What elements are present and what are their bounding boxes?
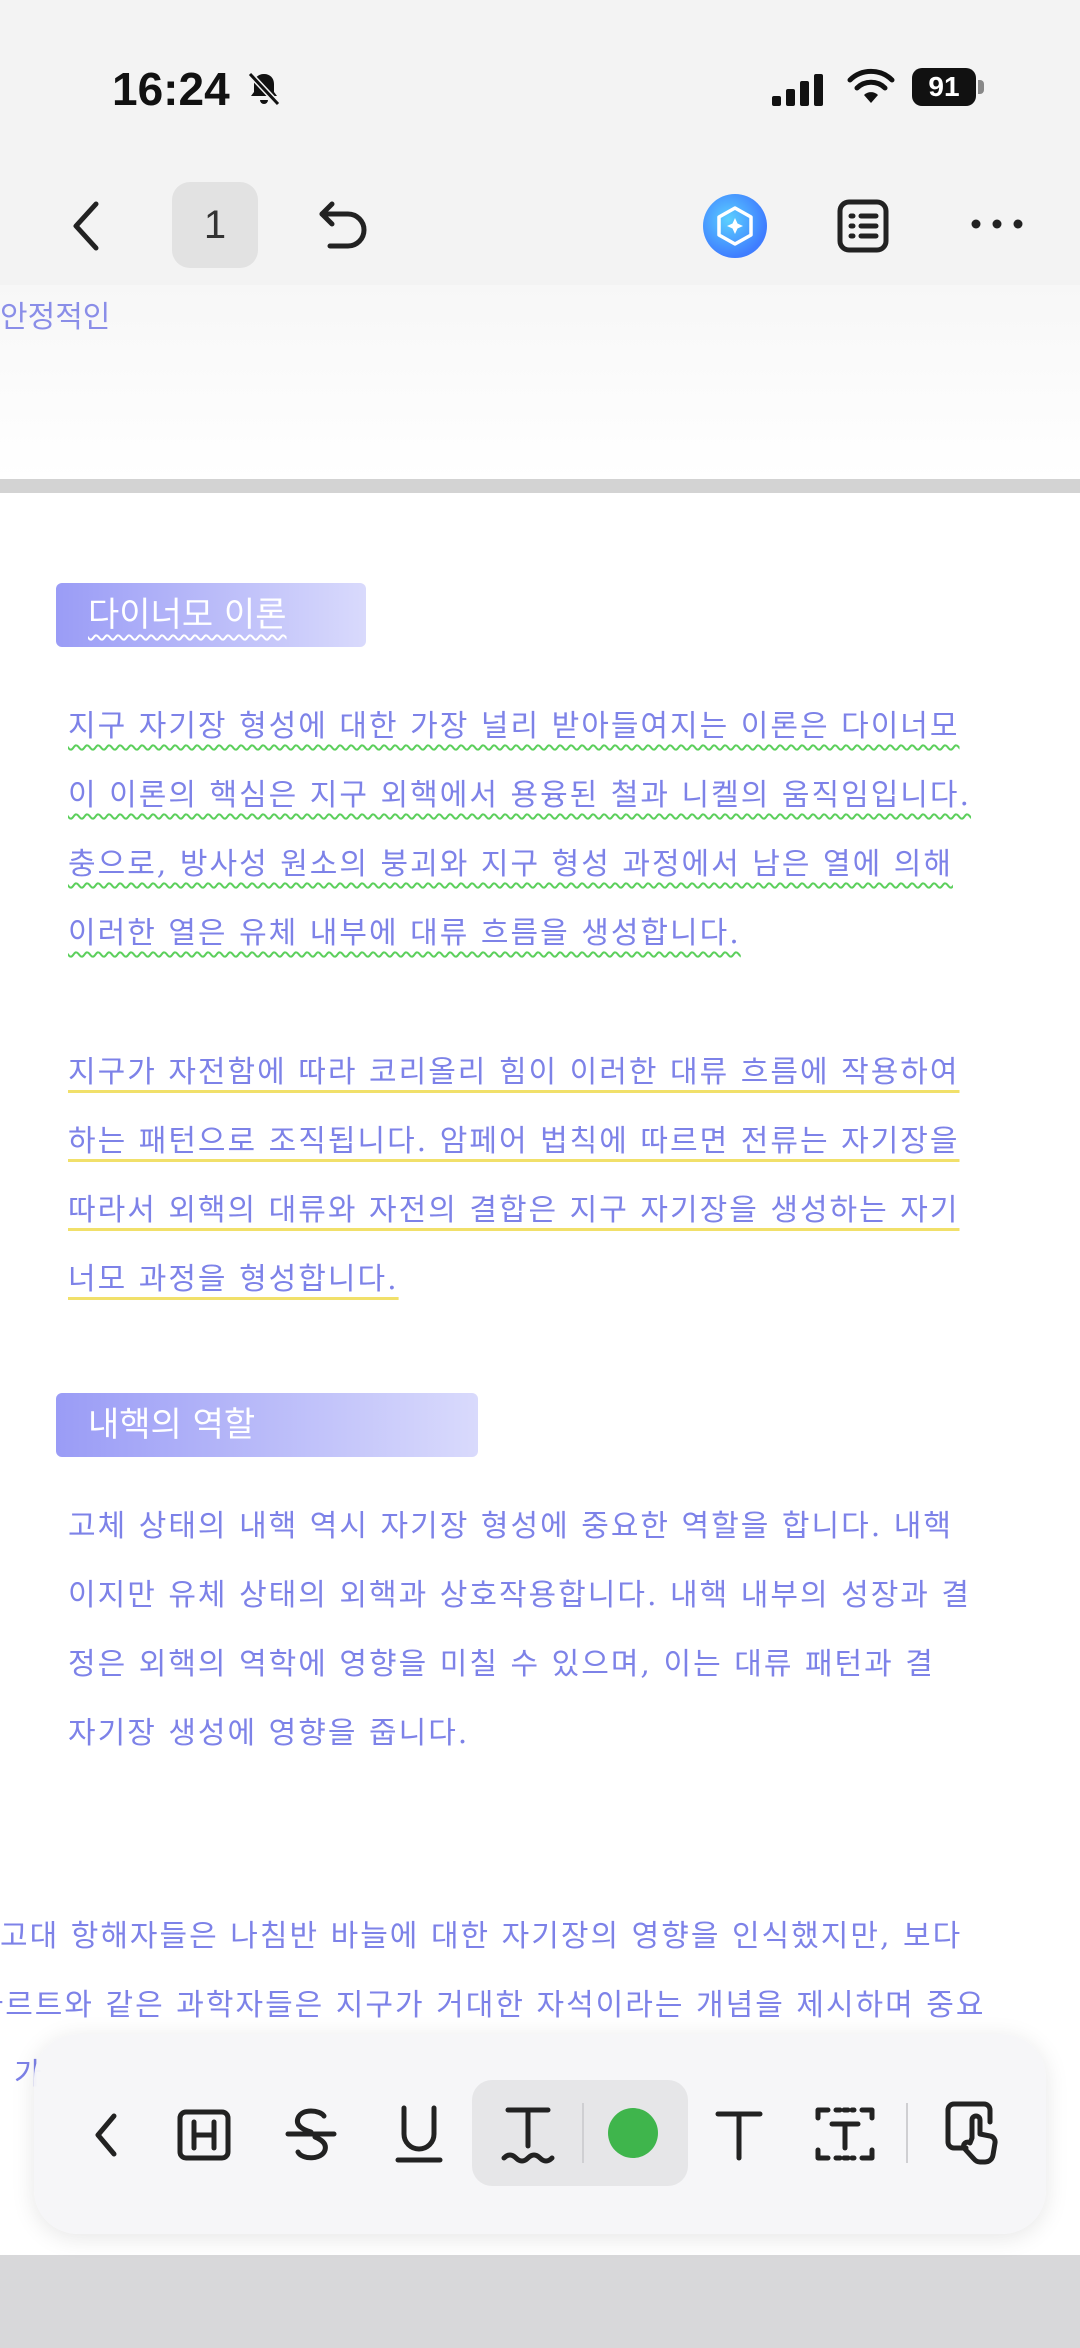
paragraph-line[interactable]: 충으로, 방사성 원소의 붕괴와 지구 형성 과정에서 남은 열에 의해 [68, 839, 953, 883]
undo-icon[interactable] [316, 198, 372, 252]
paragraph-line[interactable]: 이지만 유체 상태의 외핵과 상호작용합니다. 내핵 내부의 성장과 결 [68, 1570, 971, 1614]
text-style-icon[interactable] [712, 2106, 766, 2164]
paragraph-line[interactable]: 이 이론의 핵심은 지구 외핵에서 용융된 철과 니켈의 움직임입니다. [68, 770, 971, 814]
ai-assistant-icon [717, 206, 753, 246]
toolbar-divider [906, 2103, 908, 2163]
paragraph-line[interactable]: 너모 과정을 형성합니다. [68, 1254, 399, 1298]
battery-indicator: 91 [912, 68, 976, 106]
ai-assistant-button[interactable] [703, 194, 767, 258]
wavy-underline-icon[interactable] [500, 2104, 556, 2168]
outline-list-icon[interactable] [836, 198, 890, 254]
color-swatch[interactable] [608, 2108, 658, 2158]
paragraph-line[interactable]: 하는 패턴으로 조직됩니다. 암페어 법칙에 따르면 전류는 자기장을 [68, 1116, 960, 1160]
collapse-icon[interactable] [92, 2110, 120, 2160]
paragraph-line[interactable]: 지구 자기장 형성에 대한 가장 널리 받아들여지는 이론은 다이너모 [68, 701, 960, 745]
section-heading-text: 내핵의 역할 [88, 1405, 256, 1445]
page-separator [0, 479, 1080, 493]
more-icon[interactable] [970, 214, 1024, 234]
paragraph-line[interactable]: 이러한 열은 유체 내부에 대류 흐름을 생성합니다. [68, 908, 741, 952]
paragraph-line[interactable]: 고대 항해자들은 나침반 바늘에 대한 자기장의 영향을 인식했지만, 보다 [0, 1911, 962, 1955]
page-number-button[interactable]: 1 [172, 182, 258, 268]
toolbar-divider [582, 2103, 584, 2163]
paragraph-line[interactable]: 고체 상태의 내핵 역시 자기장 형성에 중요한 역할을 합니다. 내핵 [68, 1501, 953, 1545]
section-heading-text: 다이너모 이론 [88, 595, 287, 635]
paragraph-line[interactable]: 데카르트와 같은 과학자들은 지구가 거대한 자석이라는 개념을 제시하며 중요 [0, 1980, 986, 2024]
cellular-signal-icon [772, 74, 823, 106]
paragraph-line[interactable]: 따라서 외핵의 대류와 자전의 결합은 지구 자기장을 생성하는 자기 [68, 1185, 960, 1229]
battery-icon [978, 80, 984, 94]
heading-icon[interactable] [176, 2108, 232, 2162]
previous-page-text: 안정적인 [0, 300, 111, 335]
paragraph-line[interactable]: 지구가 자전함에 따라 코리올리 힘이 이러한 대류 흐름에 작용하여 [68, 1047, 960, 1091]
bell-slash-icon [247, 71, 281, 107]
top-toolbar [0, 170, 1080, 285]
back-chevron-icon[interactable] [66, 198, 106, 254]
section-heading[interactable]: 내핵의 역할 [56, 1393, 478, 1457]
section-heading[interactable]: 다이너모 이론 [56, 583, 366, 647]
strikethrough-icon[interactable] [284, 2104, 338, 2164]
document-page[interactable]: 다이너모 이론 지구 자기장 형성에 대한 가장 널리 받아들여지는 이론은 다… [0, 493, 1080, 2255]
previous-page [0, 285, 1080, 479]
touch-select-icon[interactable] [944, 2100, 1006, 2168]
wifi-icon [847, 68, 895, 103]
status-time: 16:24 [112, 63, 230, 115]
bottom-background [0, 2255, 1080, 2348]
paragraph-line[interactable]: 자기장 생성에 영향을 줍니다. [68, 1708, 469, 1752]
paragraph-line[interactable]: 정은 외핵의 역학에 영향을 미칠 수 있으며, 이는 대류 패턴과 결 [68, 1639, 935, 1683]
text-box-icon[interactable] [814, 2104, 876, 2164]
underline-icon[interactable] [392, 2104, 446, 2166]
